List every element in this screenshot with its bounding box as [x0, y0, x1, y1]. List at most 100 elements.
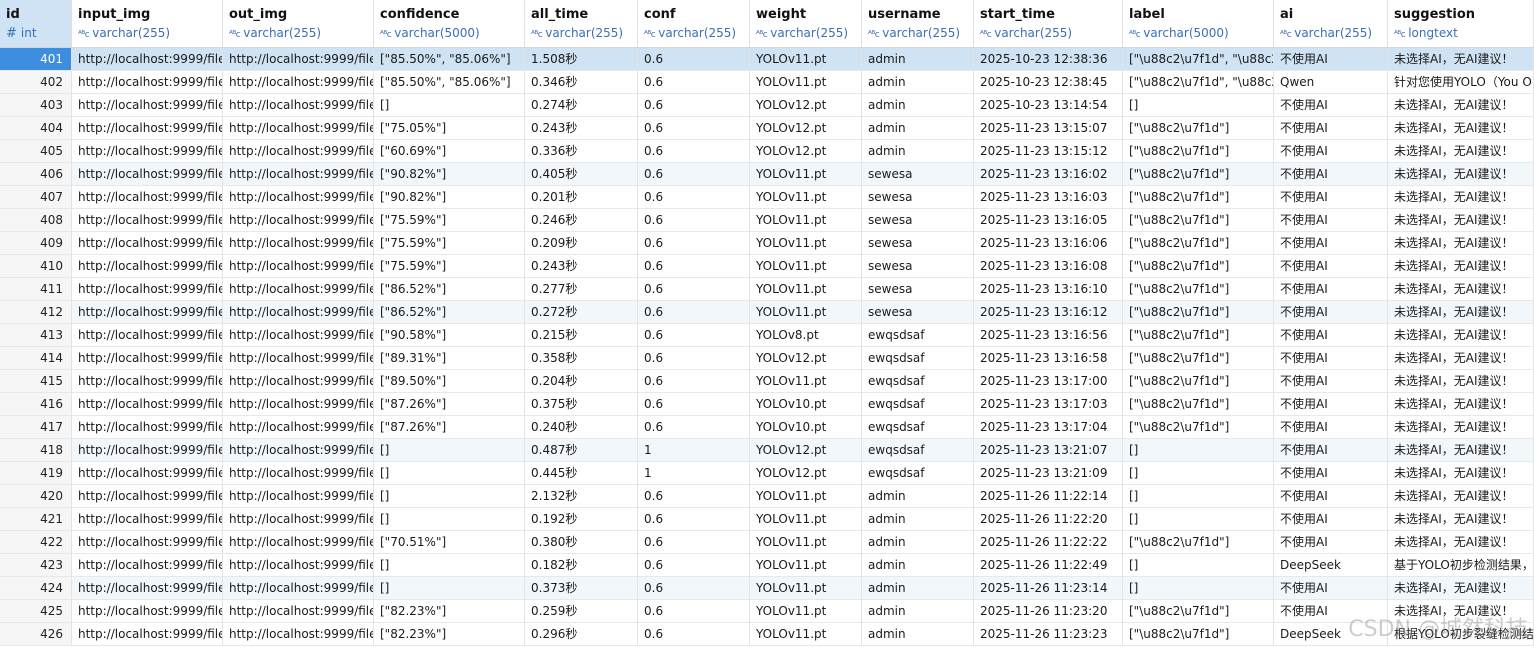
cell-all-time[interactable]: 0.209秒	[525, 232, 638, 254]
result-grid[interactable]: id # int input_img ᴬᴮc varchar(255) out_img ᴬᴮc…	[0, 0, 1534, 646]
cell-confidence[interactable]: ["90.82%"]	[374, 186, 525, 208]
cell-label[interactable]: ["\u88c2\u7f1d"]	[1123, 255, 1274, 277]
cell-input-img[interactable]: http://localhost:9999/file	[72, 370, 223, 392]
cell-suggestion[interactable]: 未选择AI，无AI建议！	[1388, 600, 1534, 622]
cell-conf[interactable]: 0.6	[638, 278, 750, 300]
table-row[interactable]: 416 http://localhost:9999/file http://loca…	[0, 393, 1534, 416]
cell-label[interactable]: ["\u88c2\u7f1d"]	[1123, 393, 1274, 415]
cell-id[interactable]: 413	[0, 324, 72, 346]
cell-suggestion[interactable]: 未选择AI，无AI建议！	[1388, 347, 1534, 369]
cell-input-img[interactable]: http://localhost:9999/file	[72, 232, 223, 254]
cell-suggestion[interactable]: 根据YOLO初步裂缝检测结	[1388, 623, 1534, 645]
cell-conf[interactable]: 0.6	[638, 186, 750, 208]
cell-ai[interactable]: 不使用AI	[1274, 48, 1388, 70]
cell-conf[interactable]: 0.6	[638, 94, 750, 116]
cell-username[interactable]: admin	[862, 48, 974, 70]
table-row[interactable]: 411 http://localhost:9999/file http://loca…	[0, 278, 1534, 301]
column-header-start-time[interactable]: start_time ᴬᴮc varchar(255)	[974, 0, 1123, 47]
cell-label[interactable]: ["\u88c2\u7f1d", "\u88c2	[1123, 71, 1274, 93]
cell-suggestion[interactable]: 未选择AI，无AI建议！	[1388, 186, 1534, 208]
cell-confidence[interactable]: ["86.52%"]	[374, 301, 525, 323]
cell-username[interactable]: admin	[862, 117, 974, 139]
cell-conf[interactable]: 0.6	[638, 117, 750, 139]
cell-weight[interactable]: YOLOv11.pt	[750, 186, 862, 208]
cell-username[interactable]: sewesa	[862, 209, 974, 231]
cell-confidence[interactable]: []	[374, 462, 525, 484]
cell-input-img[interactable]: http://localhost:9999/file	[72, 301, 223, 323]
cell-conf[interactable]: 0.6	[638, 623, 750, 645]
cell-all-time[interactable]: 0.380秒	[525, 531, 638, 553]
cell-username[interactable]: ewqsdsaf	[862, 347, 974, 369]
cell-confidence[interactable]: ["89.31%"]	[374, 347, 525, 369]
cell-out-img[interactable]: http://localhost:9999/file	[223, 48, 374, 70]
cell-weight[interactable]: YOLOv11.pt	[750, 255, 862, 277]
cell-label[interactable]: ["\u88c2\u7f1d"]	[1123, 186, 1274, 208]
cell-start-time[interactable]: 2025-10-23 12:38:45	[974, 71, 1123, 93]
cell-all-time[interactable]: 0.259秒	[525, 600, 638, 622]
cell-suggestion[interactable]: 未选择AI，无AI建议！	[1388, 163, 1534, 185]
cell-input-img[interactable]: http://localhost:9999/file	[72, 186, 223, 208]
cell-all-time[interactable]: 1.508秒	[525, 48, 638, 70]
cell-weight[interactable]: YOLOv11.pt	[750, 278, 862, 300]
cell-confidence[interactable]: []	[374, 485, 525, 507]
cell-suggestion[interactable]: 未选择AI，无AI建议！	[1388, 439, 1534, 461]
cell-weight[interactable]: YOLOv12.pt	[750, 94, 862, 116]
cell-start-time[interactable]: 2025-11-26 11:22:20	[974, 508, 1123, 530]
cell-id[interactable]: 403	[0, 94, 72, 116]
cell-conf[interactable]: 0.6	[638, 554, 750, 576]
cell-weight[interactable]: YOLOv11.pt	[750, 71, 862, 93]
cell-label[interactable]: ["\u88c2\u7f1d"]	[1123, 531, 1274, 553]
cell-label[interactable]: ["\u88c2\u7f1d"]	[1123, 370, 1274, 392]
cell-all-time[interactable]: 0.358秒	[525, 347, 638, 369]
cell-username[interactable]: admin	[862, 577, 974, 599]
cell-out-img[interactable]: http://localhost:9999/file	[223, 71, 374, 93]
table-row[interactable]: 413 http://localhost:9999/file http://loca…	[0, 324, 1534, 347]
cell-ai[interactable]: 不使用AI	[1274, 347, 1388, 369]
cell-id[interactable]: 415	[0, 370, 72, 392]
column-header-conf[interactable]: conf ᴬᴮc varchar(255)	[638, 0, 750, 47]
table-row[interactable]: 407 http://localhost:9999/file http://loca…	[0, 186, 1534, 209]
cell-weight[interactable]: YOLOv10.pt	[750, 416, 862, 438]
cell-id[interactable]: 426	[0, 623, 72, 645]
table-row[interactable]: 417 http://localhost:9999/file http://loca…	[0, 416, 1534, 439]
cell-suggestion[interactable]: 未选择AI，无AI建议！	[1388, 393, 1534, 415]
cell-out-img[interactable]: http://localhost:9999/file	[223, 301, 374, 323]
cell-out-img[interactable]: http://localhost:9999/file	[223, 232, 374, 254]
cell-label[interactable]: ["\u88c2\u7f1d"]	[1123, 209, 1274, 231]
cell-id[interactable]: 411	[0, 278, 72, 300]
column-header-confidence[interactable]: confidence ᴬᴮc varchar(5000)	[374, 0, 525, 47]
cell-ai[interactable]: 不使用AI	[1274, 278, 1388, 300]
cell-out-img[interactable]: http://localhost:9999/file	[223, 577, 374, 599]
cell-out-img[interactable]: http://localhost:9999/file	[223, 600, 374, 622]
cell-username[interactable]: admin	[862, 600, 974, 622]
cell-label[interactable]: ["\u88c2\u7f1d"]	[1123, 140, 1274, 162]
table-row[interactable]: 421 http://localhost:9999/file http://loca…	[0, 508, 1534, 531]
cell-label[interactable]: []	[1123, 462, 1274, 484]
cell-suggestion[interactable]: 未选择AI，无AI建议！	[1388, 48, 1534, 70]
cell-all-time[interactable]: 0.346秒	[525, 71, 638, 93]
cell-suggestion[interactable]: 未选择AI，无AI建议！	[1388, 324, 1534, 346]
cell-input-img[interactable]: http://localhost:9999/file	[72, 508, 223, 530]
column-header-ai[interactable]: ai ᴬᴮc varchar(255)	[1274, 0, 1388, 47]
cell-conf[interactable]: 1	[638, 439, 750, 461]
cell-id[interactable]: 410	[0, 255, 72, 277]
cell-start-time[interactable]: 2025-11-23 13:16:12	[974, 301, 1123, 323]
cell-ai[interactable]: 不使用AI	[1274, 370, 1388, 392]
cell-username[interactable]: ewqsdsaf	[862, 370, 974, 392]
cell-username[interactable]: admin	[862, 94, 974, 116]
cell-start-time[interactable]: 2025-10-23 12:38:36	[974, 48, 1123, 70]
cell-all-time[interactable]: 0.243秒	[525, 255, 638, 277]
cell-ai[interactable]: 不使用AI	[1274, 508, 1388, 530]
cell-label[interactable]: ["\u88c2\u7f1d"]	[1123, 232, 1274, 254]
table-row[interactable]: 422 http://localhost:9999/file http://loca…	[0, 531, 1534, 554]
cell-start-time[interactable]: 2025-11-26 11:23:14	[974, 577, 1123, 599]
cell-username[interactable]: admin	[862, 508, 974, 530]
cell-conf[interactable]: 0.6	[638, 255, 750, 277]
table-row[interactable]: 425 http://localhost:9999/file http://loca…	[0, 600, 1534, 623]
cell-id[interactable]: 405	[0, 140, 72, 162]
table-row[interactable]: 412 http://localhost:9999/file http://loca…	[0, 301, 1534, 324]
cell-input-img[interactable]: http://localhost:9999/file	[72, 140, 223, 162]
cell-out-img[interactable]: http://localhost:9999/file	[223, 94, 374, 116]
cell-start-time[interactable]: 2025-11-23 13:16:58	[974, 347, 1123, 369]
cell-all-time[interactable]: 0.277秒	[525, 278, 638, 300]
